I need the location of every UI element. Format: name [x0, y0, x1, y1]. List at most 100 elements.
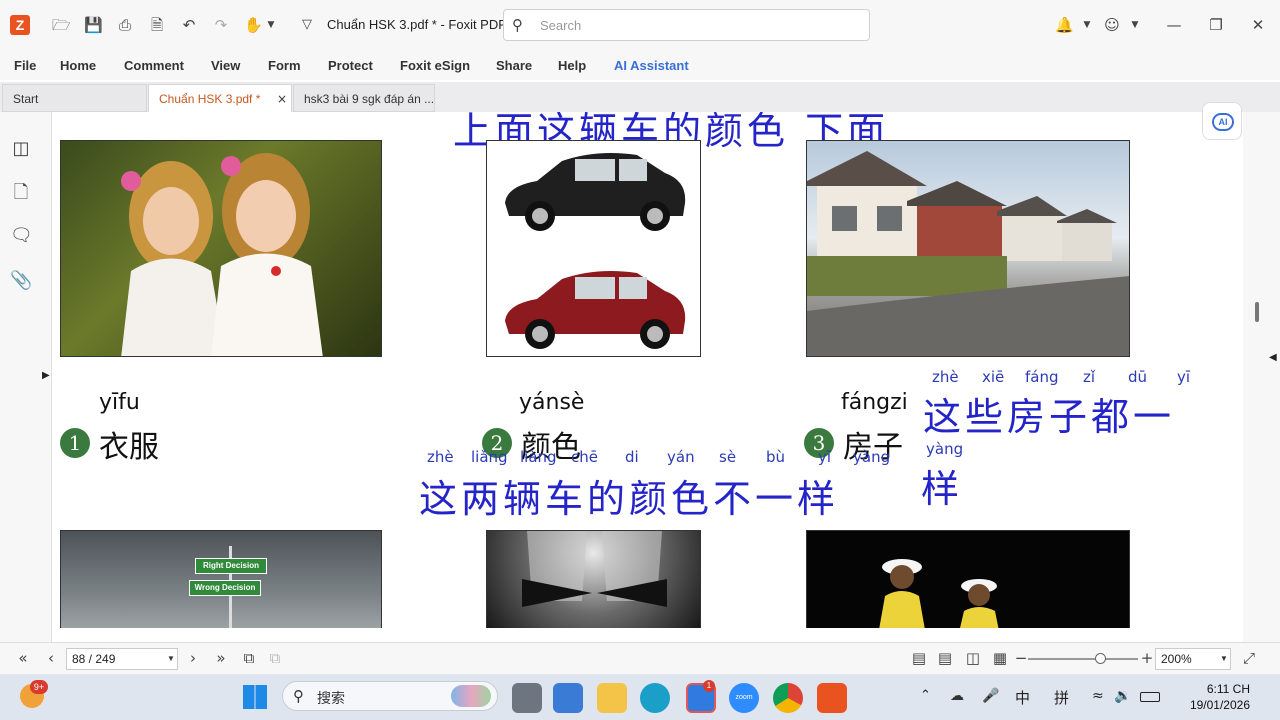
single-page-icon[interactable]: ▤: [910, 649, 928, 667]
document-view[interactable]: 上面这辆车的颜色 下面 zhè xiē fáng zǐ dū yī 这些房子都一…: [53, 112, 1243, 628]
sentence2-pinyin-0: zhè: [427, 448, 454, 466]
chrome-icon[interactable]: [773, 683, 803, 713]
save-icon[interactable]: 💾: [84, 16, 103, 34]
chevron-down-icon[interactable]: ▼: [167, 649, 175, 669]
sentence1-pinyin-1: xiē: [982, 368, 1005, 386]
page-number-field[interactable]: 88 / 249 ▼: [66, 648, 178, 670]
edge-icon[interactable]: [640, 683, 670, 713]
search-highlight-icon: [451, 685, 491, 707]
item3-pinyin: fángzi: [841, 390, 908, 415]
sentence2-pinyin-6: sè: [719, 448, 737, 466]
next-view-icon[interactable]: ⧉: [266, 649, 284, 667]
clock-time[interactable]: 6:11 CH: [1194, 682, 1250, 696]
continuous-page-icon[interactable]: ▤: [936, 649, 954, 667]
title-bar: Z 🗁 💾 ⎙ 🗎 ↶ ↷ ✋ ▼ ▽ Chuẩn HSK 3.pdf * - …: [0, 0, 1280, 50]
bell-icon[interactable]: 🔔: [1055, 16, 1074, 34]
page-number-value: 88 / 249: [72, 652, 116, 666]
collapse-right-panel-icon[interactable]: ◀: [1269, 352, 1277, 363]
ai-assistant-button[interactable]: AI: [1202, 102, 1242, 140]
next-page-icon[interactable]: ›: [184, 649, 202, 667]
close-tab-icon[interactable]: ×: [277, 85, 287, 112]
chevron-up-icon[interactable]: ⌃: [920, 688, 931, 703]
chevron-down-icon[interactable]: ▼: [1220, 649, 1228, 669]
account-icon[interactable]: ☺: [1103, 16, 1121, 34]
mic-icon[interactable]: 🎤: [982, 688, 999, 704]
chevron-down-icon[interactable]: ▼: [1078, 16, 1096, 34]
create-icon[interactable]: 🗎: [148, 16, 166, 34]
hand-tool-icon[interactable]: ✋: [244, 16, 263, 34]
menu-protect[interactable]: Protect: [328, 58, 373, 73]
cloud-icon[interactable]: ☁: [950, 688, 964, 704]
sentence2-pinyin-5: yán: [667, 448, 695, 466]
tab-start[interactable]: Start: [2, 84, 147, 112]
bookmark-icon[interactable]: ◫: [10, 138, 32, 160]
undo-icon[interactable]: ↶: [180, 16, 198, 34]
first-page-icon[interactable]: «: [14, 649, 32, 667]
sentence2-pinyin-8: yī: [818, 448, 832, 466]
taskbar-search-box[interactable]: ⚲ 搜索: [282, 681, 498, 711]
volume-icon[interactable]: 🔉: [1114, 688, 1131, 704]
chevron-down-icon[interactable]: ▼: [262, 16, 280, 34]
zoom-level-field[interactable]: 200% ▼: [1155, 648, 1231, 670]
menu-form[interactable]: Form: [268, 58, 301, 73]
search-placeholder: Search: [540, 18, 582, 33]
zoom-app-icon[interactable]: zoom: [729, 683, 759, 713]
status-bar: « ‹ 88 / 249 ▼ › » ⧉ ⧉ ▤ ▤ ◫ ▦ − + 200% …: [0, 642, 1280, 674]
sentence1-tail-pinyin: yàng: [926, 440, 964, 458]
sentence2-pinyin-2: liàng: [520, 448, 557, 466]
ime-pinyin[interactable]: 拼: [1054, 687, 1069, 708]
search-icon: ⚲: [512, 16, 523, 34]
wifi-icon[interactable]: ≈: [1092, 688, 1104, 704]
store-icon[interactable]: [553, 683, 583, 713]
task-view-icon[interactable]: [512, 683, 542, 713]
zoom-in-icon[interactable]: +: [1138, 649, 1156, 667]
last-page-icon[interactable]: »: [212, 649, 230, 667]
comments-icon[interactable]: 🗨: [10, 225, 33, 247]
menu-home[interactable]: Home: [60, 58, 96, 73]
zoom-app-label: zoom: [735, 694, 753, 701]
clock-date[interactable]: 19/01/2026: [1174, 698, 1250, 712]
search-box[interactable]: ⚲ Search: [503, 9, 870, 41]
vertical-scrollbar-thumb[interactable]: [1255, 302, 1259, 322]
restore-icon[interactable]: ❐: [1207, 16, 1225, 34]
minimize-icon[interactable]: —: [1165, 16, 1183, 34]
ime-chinese[interactable]: 中: [1015, 687, 1030, 708]
close-icon[interactable]: ✕: [1249, 16, 1267, 34]
attachments-icon[interactable]: 📎: [10, 270, 32, 292]
previous-page-icon[interactable]: ‹: [42, 649, 60, 667]
menu-file[interactable]: File: [14, 58, 36, 73]
print-icon[interactable]: ⎙: [116, 16, 134, 34]
redo-icon[interactable]: ↷: [212, 16, 230, 34]
menu-help[interactable]: Help: [558, 58, 586, 73]
foxit-reader-icon[interactable]: [817, 683, 847, 713]
zoom-slider-track[interactable]: [1028, 658, 1138, 660]
photo-houses: [806, 140, 1130, 357]
zoom-level-value: 200%: [1161, 652, 1192, 666]
tab-hsk3-bai9[interactable]: hsk3 bài 9 sgk đáp án ...: [293, 84, 435, 112]
open-folder-icon[interactable]: 🗁: [52, 16, 71, 34]
menu-foxit-esign[interactable]: Foxit eSign: [400, 58, 470, 73]
continuous-facing-icon[interactable]: ▦: [991, 649, 1009, 667]
menu-share[interactable]: Share: [496, 58, 532, 73]
customize-dropdown-icon[interactable]: ▽: [298, 16, 316, 34]
zoom-slider-thumb[interactable]: [1095, 653, 1106, 664]
notification-badge: 9+: [30, 680, 48, 694]
window-title: Chuẩn HSK 3.pdf * - Foxit PDF...: [327, 17, 516, 32]
chevron-down-icon[interactable]: ▼: [1126, 16, 1144, 34]
facing-page-icon[interactable]: ◫: [964, 649, 982, 667]
expand-panel-icon[interactable]: ▶: [42, 370, 50, 381]
previous-view-icon[interactable]: ⧉: [240, 649, 258, 667]
pages-icon[interactable]: 🗋: [10, 182, 32, 204]
item2-pinyin: yánsè: [519, 390, 585, 415]
battery-icon[interactable]: [1140, 692, 1160, 702]
foxit-logo-icon[interactable]: Z: [10, 15, 30, 35]
photo-twin-girls: [60, 140, 382, 357]
zalo-badge: 1: [703, 680, 715, 692]
menu-comment[interactable]: Comment: [124, 58, 184, 73]
windows-start-icon[interactable]: [243, 685, 267, 709]
menu-ai-assistant[interactable]: AI Assistant: [614, 58, 689, 73]
file-explorer-icon[interactable]: [597, 683, 627, 713]
fullscreen-icon[interactable]: ⤢: [1240, 649, 1258, 667]
tab-chuan-hsk3[interactable]: Chuẩn HSK 3.pdf * ×: [148, 84, 292, 112]
menu-view[interactable]: View: [211, 58, 240, 73]
